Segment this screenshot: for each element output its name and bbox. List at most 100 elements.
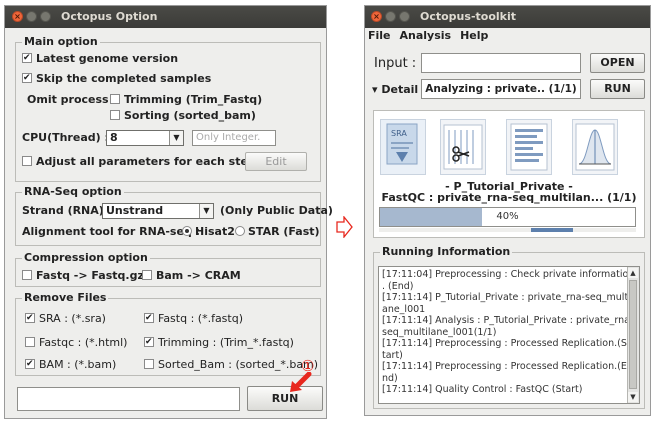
star-radio[interactable]: STAR (Fast) xyxy=(235,225,320,239)
option-titlebar: × Octopus Option xyxy=(5,6,326,28)
octopus-toolkit-window: × Octopus-toolkit File Analysis Help Input… xyxy=(364,5,651,416)
public-data-note: (Only Public Data) xyxy=(220,204,333,217)
checkbox-checked-icon xyxy=(144,335,154,349)
strand-select-value: Unstrand xyxy=(106,204,164,217)
remove-files-group: Remove Files SRA : (*.sra) Fastq : (*.fa… xyxy=(15,291,321,376)
menu-bar: File Analysis Help xyxy=(365,28,650,44)
toolkit-run-button[interactable]: RUN xyxy=(590,79,645,99)
scroll-down-icon[interactable]: ▼ xyxy=(628,392,638,402)
checkbox-checked-icon xyxy=(22,71,32,85)
remove-sorted-bam-checkbox[interactable]: Sorted_Bam : (sorted_*.bam) xyxy=(144,358,318,372)
checkbox-icon xyxy=(144,359,154,369)
checkbox-checked-icon xyxy=(144,311,154,325)
compression-option-group: Compression option Fastq -> Fastq.gz Bam… xyxy=(15,251,321,287)
option-window-title: Octopus Option xyxy=(61,10,158,23)
main-option-title: Main option xyxy=(22,35,100,49)
close-icon[interactable]: × xyxy=(12,11,23,22)
log-line: tart) xyxy=(382,349,403,361)
secondary-progress-indicator xyxy=(531,228,573,232)
omit-trimming-label: Trimming (Trim_Fastq) xyxy=(124,93,263,106)
maximize-icon[interactable] xyxy=(399,11,410,22)
star-label: STAR (Fast) xyxy=(248,225,320,238)
omit-trimming-checkbox[interactable]: Trimming (Trim_Fastq) xyxy=(110,93,262,107)
menu-help[interactable]: Help xyxy=(460,29,488,42)
progress-percent: 40% xyxy=(496,211,519,222)
alignment-tool-label: Alignment tool for RNA-seq : xyxy=(22,225,201,238)
latest-genome-label: Latest genome version xyxy=(36,52,179,65)
hisat2-radio[interactable]: Hisat2 xyxy=(182,225,235,239)
analyzing-status: Analyzing : private.. (1/1) xyxy=(421,79,581,99)
output-path-input[interactable] xyxy=(17,387,240,411)
secondary-progress xyxy=(379,228,636,232)
checkbox-icon xyxy=(110,110,120,120)
omit-sorting-label: Sorting (sorted_bam) xyxy=(124,109,256,122)
cpu-label: CPU(Thread) : xyxy=(22,131,109,144)
omit-process-label: Omit process : xyxy=(27,93,117,106)
edit-button[interactable]: Edit xyxy=(245,152,307,171)
toolkit-titlebar: × Octopus-toolkit xyxy=(365,6,650,28)
rnaseq-option-group: RNA-Seq option Strand (RNA) : Unstrand ▼… xyxy=(15,185,333,246)
rnaseq-option-title: RNA-Seq option xyxy=(22,185,124,199)
toolkit-window-title: Octopus-toolkit xyxy=(420,10,516,23)
checkbox-icon xyxy=(110,94,120,104)
log-line: [17:11:14] Preprocessing : Processed Rep… xyxy=(382,338,627,349)
strand-select[interactable]: Unstrand ▼ xyxy=(102,203,214,219)
remove-fastqc-label: Fastqc : (*.html) xyxy=(39,336,128,349)
radio-icon xyxy=(235,226,245,236)
detail-toggle[interactable]: ▾ Detail xyxy=(372,83,418,97)
step-detail-text: FastQC : private_rna-seq_multilan... (1/… xyxy=(381,191,637,204)
skip-completed-checkbox[interactable]: Skip the completed samples xyxy=(22,71,212,86)
sra-icon-text: SRA xyxy=(391,129,407,138)
open-button[interactable]: OPEN xyxy=(590,53,645,73)
input-label: Input : xyxy=(374,56,417,71)
remove-bam-label: BAM : (*.bam) xyxy=(39,358,117,371)
checkbox-checked-icon xyxy=(25,357,35,371)
annotation-arrow-icon xyxy=(290,372,312,392)
remove-fastq-label: Fastq : (*.fastq) xyxy=(158,312,244,325)
remove-fastqc-checkbox[interactable]: Fastqc : (*.html) xyxy=(25,336,127,350)
menu-file[interactable]: File xyxy=(368,29,391,42)
minimize-icon[interactable] xyxy=(26,11,37,22)
remove-trimming-checkbox[interactable]: Trimming : (Trim_*.fastq) xyxy=(144,335,294,350)
log-scrollbar[interactable]: ▲ ▼ xyxy=(627,267,639,403)
cpu-select-value: 8 xyxy=(110,131,118,144)
input-field[interactable] xyxy=(421,53,581,73)
running-info-group: Running Information [17:11:04] Preproces… xyxy=(373,245,645,409)
coverage-step-icon xyxy=(572,119,618,175)
adjust-params-label: Adjust all parameters for each step. xyxy=(36,155,260,168)
omit-sorting-checkbox[interactable]: Sorting (sorted_bam) xyxy=(110,109,256,123)
cpu-integer-input[interactable]: Only Integer. xyxy=(192,130,276,146)
flow-arrow-icon xyxy=(336,216,353,238)
progress-bar: 40% xyxy=(379,207,636,227)
octopus-option-window: × Octopus Option Main option Latest geno… xyxy=(4,5,333,419)
compress-bam-checkbox[interactable]: Bam -> CRAM xyxy=(142,269,241,283)
scroll-thumb[interactable] xyxy=(629,280,637,389)
checkbox-icon xyxy=(22,156,32,166)
compress-bam-label: Bam -> CRAM xyxy=(156,269,241,282)
minimize-icon[interactable] xyxy=(385,11,396,22)
cpu-select[interactable]: 8 ▼ xyxy=(106,130,184,146)
chevron-down-icon: ▼ xyxy=(199,204,213,218)
latest-genome-checkbox[interactable]: Latest genome version xyxy=(22,51,179,66)
maximize-icon[interactable] xyxy=(40,11,51,22)
scroll-up-icon[interactable]: ▲ xyxy=(628,268,638,278)
remove-trimming-label: Trimming : (Trim_*.fastq) xyxy=(158,336,294,349)
remove-files-title: Remove Files xyxy=(22,291,109,305)
compress-fastq-checkbox[interactable]: Fastq -> Fastq.gz xyxy=(22,269,144,283)
adjust-params-checkbox[interactable]: Adjust all parameters for each step. xyxy=(22,155,260,169)
remove-sra-checkbox[interactable]: SRA : (*.sra) xyxy=(25,311,106,326)
log-line: [17:11:14] Preprocessing : Processed Rep… xyxy=(382,361,627,372)
skip-completed-label: Skip the completed samples xyxy=(36,72,212,85)
checkbox-checked-icon xyxy=(22,51,32,65)
chevron-down-icon: ▼ xyxy=(169,131,183,145)
menu-analysis[interactable]: Analysis xyxy=(400,29,452,42)
report-icon xyxy=(510,123,548,171)
close-icon[interactable]: × xyxy=(371,11,382,22)
peak-chart-icon xyxy=(575,123,615,171)
checkbox-icon xyxy=(25,337,35,347)
remove-bam-checkbox[interactable]: BAM : (*.bam) xyxy=(25,357,117,372)
remove-fastq-checkbox[interactable]: Fastq : (*.fastq) xyxy=(144,311,244,326)
log-line: [17:11:14] Quality Control : FastQC (Sta… xyxy=(382,384,583,395)
strand-label: Strand (RNA) : xyxy=(22,204,113,217)
running-info-log[interactable]: [17:11:04] Preprocessing : Check private… xyxy=(378,266,640,404)
